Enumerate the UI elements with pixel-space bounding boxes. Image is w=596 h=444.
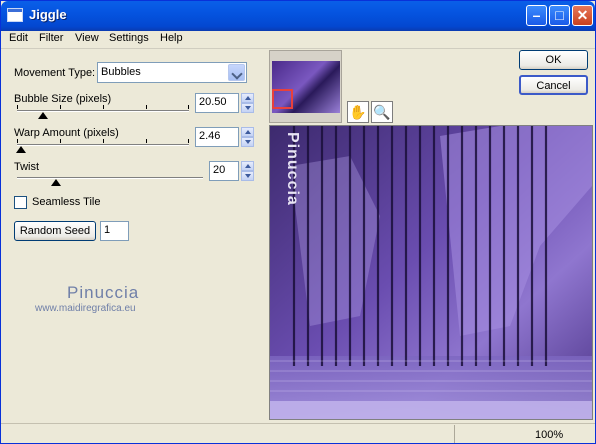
twist-slider-thumb[interactable] — [51, 179, 61, 186]
menu-edit[interactable]: Edit — [9, 32, 28, 44]
menu-help[interactable]: Help — [160, 32, 183, 44]
menu-view[interactable]: View — [75, 32, 99, 44]
bubble-size-label: Bubble Size (pixels) — [14, 93, 112, 105]
warp-amount-spinner[interactable] — [241, 127, 254, 147]
warp-amount-label: Warp Amount (pixels) — [14, 127, 119, 139]
preview-watermark: Pinuccia — [284, 132, 301, 206]
slider-tick — [17, 139, 18, 143]
menu-filter[interactable]: Filter — [39, 32, 63, 44]
close-button[interactable]: ✕ — [572, 5, 593, 26]
cancel-button[interactable]: Cancel — [519, 75, 588, 95]
menu-bar: Edit Filter View Settings Help — [1, 31, 595, 49]
movement-type-label: Movement Type: — [14, 67, 96, 79]
random-seed-input[interactable]: 1 — [100, 221, 129, 241]
twist-label: Twist — [14, 161, 40, 173]
zoom-icon[interactable]: 🔍 — [371, 101, 393, 123]
jiggle-dialog: Jiggle – □ ✕ Edit Filter View Settings H… — [0, 0, 596, 444]
slider-tick — [146, 105, 147, 109]
menu-settings[interactable]: Settings — [109, 32, 149, 44]
twist-spinner[interactable] — [241, 161, 254, 181]
movement-type-value: Bubbles — [101, 66, 141, 78]
warp-amount-slider[interactable] — [17, 144, 189, 146]
spin-down-icon[interactable] — [241, 171, 254, 181]
window-icon — [7, 8, 23, 22]
slider-tick — [188, 105, 189, 109]
slider-tick — [17, 105, 18, 109]
twist-input[interactable]: 20 — [209, 161, 239, 181]
maximize-button[interactable]: □ — [549, 5, 570, 26]
window-title: Jiggle — [29, 7, 67, 22]
slider-tick — [103, 139, 104, 143]
slider-tick — [60, 105, 61, 109]
twist-slider[interactable] — [17, 177, 203, 179]
seamless-tile-label[interactable]: Seamless Tile — [32, 196, 100, 208]
warp-amount-input[interactable]: 2.46 — [195, 127, 239, 147]
slider-tick — [103, 105, 104, 109]
spin-up-icon[interactable] — [241, 127, 254, 137]
random-seed-button[interactable]: Random Seed — [14, 221, 96, 241]
status-bar: 100% — [1, 423, 595, 443]
spin-down-icon[interactable] — [241, 103, 254, 113]
thumbnail-selection[interactable] — [272, 89, 293, 109]
seamless-tile-checkbox[interactable] — [14, 196, 27, 209]
spin-up-icon[interactable] — [241, 93, 254, 103]
hand-icon[interactable]: ✋ — [347, 101, 369, 123]
watermark-url: www.maidiregrafica.eu — [35, 303, 136, 314]
chevron-down-icon[interactable] — [228, 64, 245, 81]
slider-tick — [188, 139, 189, 143]
preview-image: Pinuccia — [270, 126, 592, 419]
bubble-size-slider-thumb[interactable] — [38, 112, 48, 119]
slider-tick — [60, 139, 61, 143]
status-zoom-cell: 100% — [454, 425, 593, 443]
slider-tick — [146, 139, 147, 143]
warp-amount-slider-thumb[interactable] — [16, 146, 26, 153]
zoom-level: 100% — [535, 429, 564, 441]
spin-down-icon[interactable] — [241, 137, 254, 147]
minimize-button[interactable]: – — [526, 5, 547, 26]
preview-pane[interactable]: Pinuccia — [269, 125, 593, 420]
navigator-thumbnail[interactable] — [269, 50, 342, 123]
spin-up-icon[interactable] — [241, 161, 254, 171]
title-bar: Jiggle – □ ✕ — [1, 1, 595, 31]
ok-button[interactable]: OK — [519, 50, 588, 70]
bubble-size-input[interactable]: 20.50 — [195, 93, 239, 113]
watermark-name: Pinuccia — [67, 283, 140, 302]
bubble-size-spinner[interactable] — [241, 93, 254, 113]
movement-type-select[interactable]: Bubbles — [97, 62, 247, 83]
